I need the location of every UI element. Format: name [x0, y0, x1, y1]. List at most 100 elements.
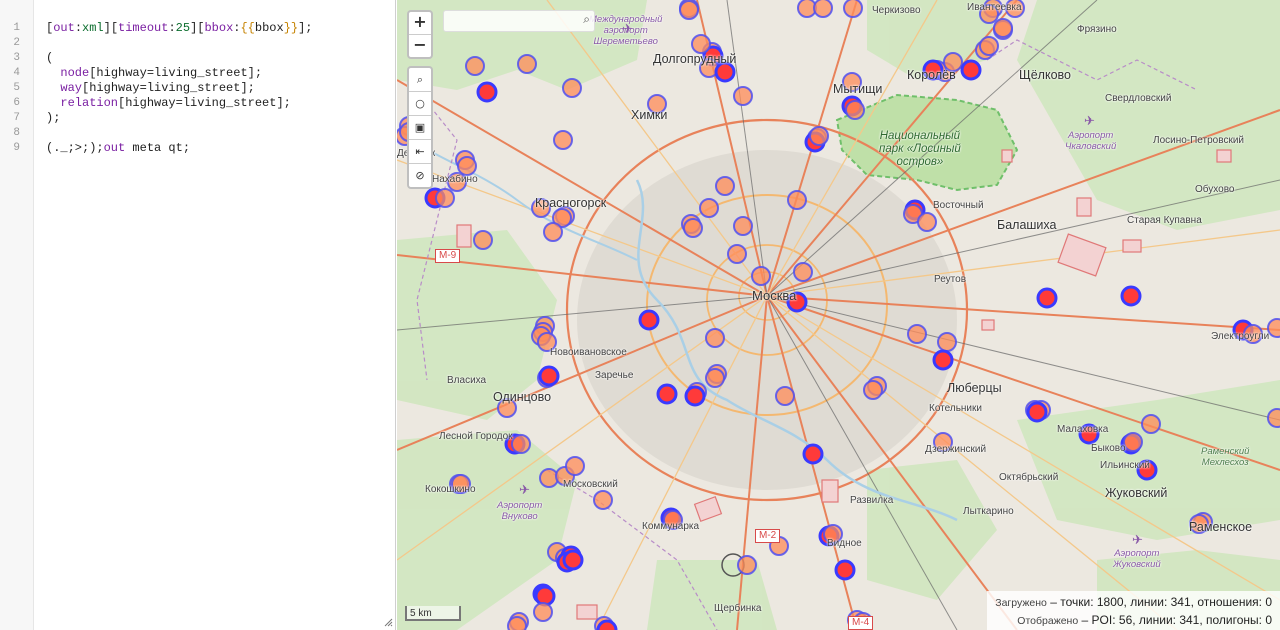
poi-marker[interactable] — [715, 176, 735, 196]
code-token: ][ — [190, 21, 205, 35]
poi-marker[interactable] — [596, 619, 618, 630]
poi-marker[interactable] — [809, 126, 829, 146]
code-line[interactable]: ); — [46, 111, 60, 125]
zoom-out-button[interactable]: − — [409, 35, 431, 57]
poi-marker[interactable] — [733, 86, 753, 106]
code-line[interactable]: relation[highway=living_street]; — [46, 96, 290, 110]
code-token: relation — [46, 96, 119, 110]
poi-marker[interactable] — [793, 262, 813, 282]
poi-marker[interactable] — [435, 188, 455, 208]
map-tools-control[interactable]: ⌕ ○ ▣ ⇤ ⊘ — [407, 66, 433, 189]
road-shield-m-2: M-2 — [755, 529, 781, 543]
poi-marker[interactable] — [691, 34, 711, 54]
poi-marker[interactable] — [562, 549, 584, 571]
poi-marker[interactable] — [1141, 414, 1161, 434]
shown-value: – POI: 56, линии: 341, полигоны: 0 — [1081, 613, 1272, 627]
map-layers-icon[interactable]: ▣ — [409, 116, 431, 140]
city-label-ramenskoye: Раменское — [1189, 520, 1253, 534]
shown-label: Отображено — [1017, 615, 1079, 627]
poi-marker[interactable] — [543, 222, 563, 242]
poi-marker[interactable] — [511, 434, 531, 454]
line-number: 6 — [13, 97, 20, 109]
road-shield-m-4: M-4 — [848, 616, 874, 630]
poi-marker[interactable] — [917, 212, 937, 232]
poi-marker[interactable] — [960, 59, 982, 81]
code-line[interactable]: way[highway=living_street]; — [46, 81, 254, 95]
poi-marker[interactable] — [1267, 408, 1280, 428]
poi-marker[interactable] — [787, 190, 807, 210]
poi-marker[interactable] — [1120, 285, 1142, 307]
poi-marker[interactable] — [679, 0, 699, 20]
poi-marker[interactable] — [1267, 318, 1280, 338]
poi-marker[interactable] — [802, 443, 824, 465]
poi-marker[interactable] — [937, 332, 957, 352]
poi-marker[interactable] — [593, 490, 613, 510]
poi-marker[interactable] — [733, 216, 753, 236]
zoom-to-data-icon[interactable]: ⌕ — [409, 68, 431, 92]
poi-marker[interactable] — [932, 349, 954, 371]
town-label-fryazino: Фрязино — [1077, 24, 1117, 35]
zoom-control[interactable]: + − — [407, 10, 433, 59]
fit-data-icon[interactable]: ⇤ — [409, 140, 431, 164]
poi-marker[interactable] — [727, 244, 747, 264]
town-label-novoivanovskoye: Новоивановское — [550, 347, 627, 358]
code-line[interactable]: ( — [46, 51, 53, 65]
line-number: 9 — [13, 142, 20, 154]
poi-marker[interactable] — [553, 130, 573, 150]
poi-marker[interactable] — [863, 380, 883, 400]
poi-marker[interactable] — [1036, 287, 1058, 309]
poi-marker[interactable] — [843, 0, 863, 18]
code-token: ( — [46, 51, 54, 65]
poi-marker[interactable] — [517, 54, 537, 74]
poi-marker[interactable] — [993, 18, 1013, 38]
zoom-in-button[interactable]: + — [409, 12, 431, 35]
poi-marker[interactable] — [507, 616, 527, 630]
locate-icon[interactable]: ○ — [409, 92, 431, 116]
poi-marker[interactable] — [473, 230, 493, 250]
poi-marker[interactable] — [813, 0, 833, 18]
poi-marker[interactable] — [751, 266, 771, 286]
code-line[interactable]: [out:xml][timeout:25][bbox:{{bbox}}]; — [46, 21, 313, 35]
road-shield-m-9: M-9 — [435, 249, 461, 263]
poi-marker[interactable] — [683, 218, 703, 238]
poi-marker[interactable] — [656, 383, 678, 405]
resize-handle-icon[interactable] — [384, 618, 393, 627]
loaded-label: Загружено — [995, 597, 1047, 609]
poi-marker[interactable] — [775, 386, 795, 406]
code-token: 25 — [175, 21, 191, 35]
poi-marker[interactable] — [845, 100, 865, 120]
poi-marker[interactable] — [979, 36, 999, 56]
poi-marker[interactable] — [533, 602, 553, 622]
poi-marker[interactable] — [737, 555, 757, 575]
code-line[interactable]: node[highway=living_street]; — [46, 66, 262, 80]
town-label-shcherbinka: Щербинка — [714, 603, 762, 614]
poi-marker[interactable] — [1026, 401, 1048, 423]
town-label-staraya-kupavna: Старая Купавна — [1127, 215, 1202, 226]
poi-marker[interactable] — [907, 324, 927, 344]
town-label-kommunarka: Коммунарка — [642, 521, 700, 532]
poi-marker[interactable] — [562, 78, 582, 98]
code-token: bbox — [254, 21, 284, 35]
map-view[interactable]: Москва Долгопрудный Мытищи Химки Королёв Щёлк… — [397, 0, 1280, 630]
poi-marker[interactable] — [699, 198, 719, 218]
poi-marker[interactable] — [565, 456, 585, 476]
city-label-krasnogorsk: Красногорск — [535, 196, 607, 210]
poi-marker[interactable] — [834, 559, 856, 581]
poi-marker[interactable] — [538, 365, 560, 387]
poi-marker[interactable] — [1123, 432, 1143, 452]
clear-data-icon[interactable]: ⊘ — [409, 164, 431, 187]
town-label-losino-petrovsky: Лосино-Петровский — [1153, 135, 1244, 146]
poi-marker[interactable] — [684, 385, 706, 407]
map-search-input[interactable]: ⌕ — [443, 10, 595, 32]
code-token: meta qt; — [125, 141, 191, 155]
poi-marker[interactable] — [705, 368, 725, 388]
airport-plane-icon: ✈ — [622, 22, 633, 37]
poi-marker[interactable] — [476, 81, 498, 103]
poi-marker[interactable] — [465, 56, 485, 76]
query-editor[interactable]: 123456789 [out:xml][timeout:25][bbox:{{b… — [0, 0, 396, 630]
poi-marker[interactable] — [638, 309, 660, 331]
code-line[interactable]: (._;>;);out meta qt; — [46, 141, 190, 155]
poi-marker[interactable] — [705, 328, 725, 348]
poi-marker[interactable] — [457, 156, 477, 176]
town-label-vostochny: Восточный — [933, 200, 984, 211]
